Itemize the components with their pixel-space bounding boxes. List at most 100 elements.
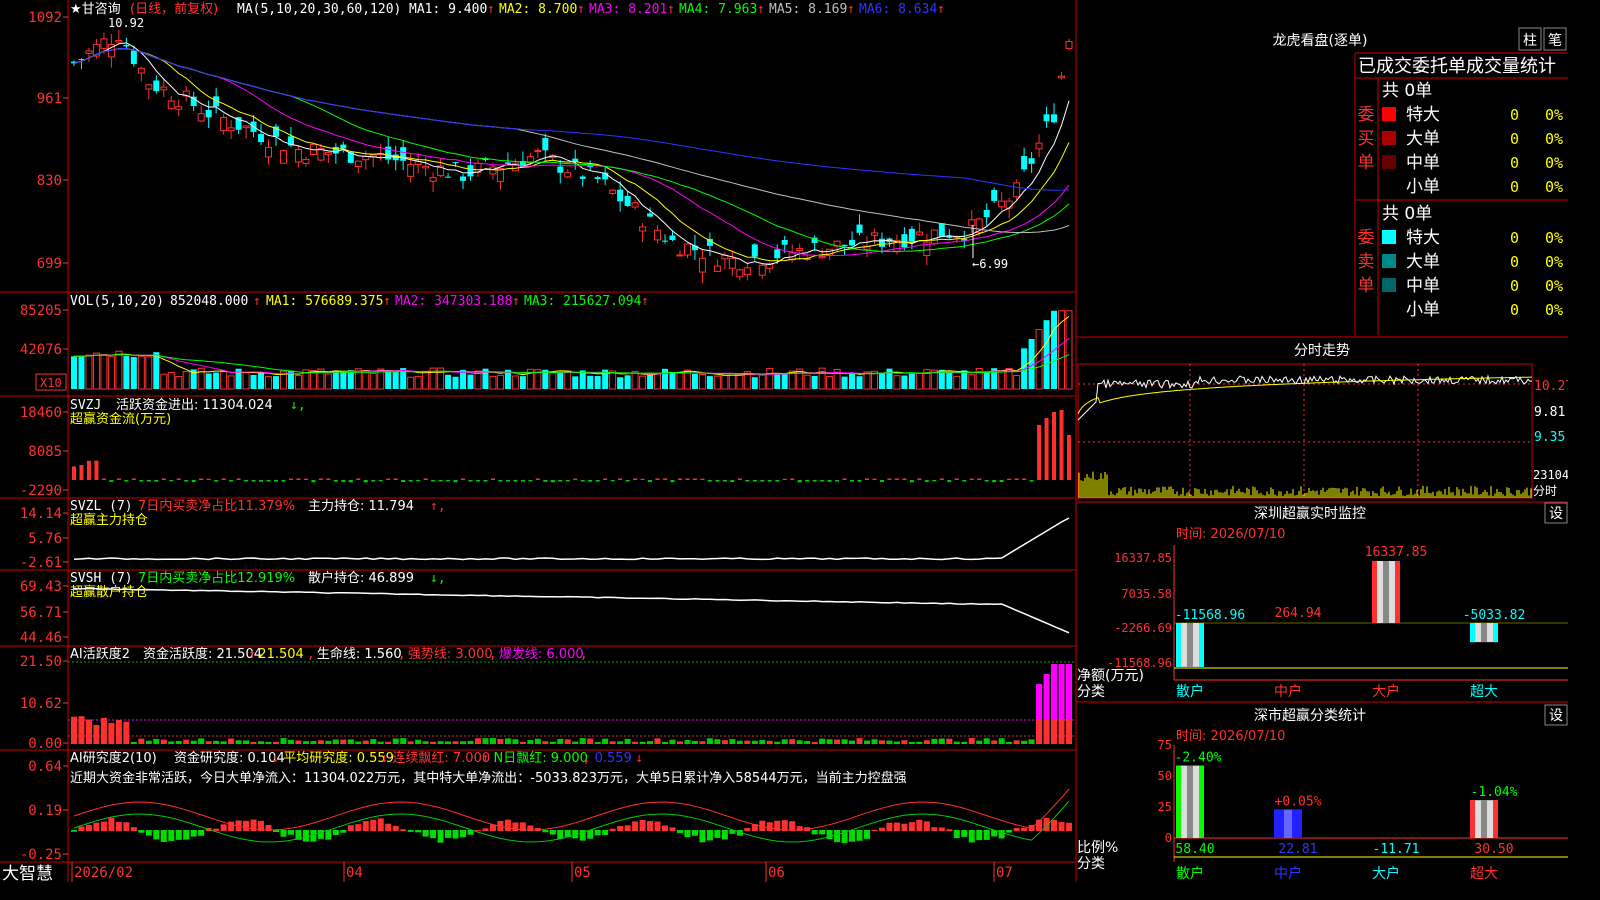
y-tick-label: 69.43 — [20, 579, 62, 595]
research-bar — [1006, 830, 1013, 833]
y-tick-label: 0.19 — [28, 803, 62, 819]
flow-bar — [842, 478, 847, 480]
research-bar — [669, 827, 676, 831]
activity-bar — [766, 740, 773, 744]
volume-bar — [205, 373, 212, 389]
flow-bar — [618, 478, 623, 480]
volume-bar — [347, 370, 354, 389]
research-bar — [377, 818, 384, 831]
flow-bar — [820, 480, 825, 482]
flow-bar — [169, 480, 174, 482]
research-bar — [714, 830, 721, 838]
volume-bar — [983, 371, 990, 389]
volume-bar — [1035, 329, 1043, 390]
buy-swatch — [1382, 155, 1396, 169]
side-label: 买 — [1358, 129, 1375, 149]
activity-bar — [699, 741, 706, 744]
research-bar — [706, 830, 713, 841]
arrow-icon: , — [580, 647, 588, 662]
flow-bar — [303, 478, 308, 480]
research-bar — [302, 830, 309, 842]
arrow-icon: ↑ — [512, 294, 520, 309]
vol-unit: X10 — [40, 376, 62, 390]
flow-bar — [311, 480, 316, 483]
ai2-header: AI研究度2(10) — [70, 750, 157, 766]
svzl-value: 主力持仓: 11.794 — [308, 499, 414, 514]
flow-bar — [917, 478, 922, 480]
stats-value: 22.81 — [1278, 842, 1317, 857]
activity-bar — [220, 741, 227, 744]
y-tick-label: 699 — [37, 256, 62, 272]
ma-value: MA3: 8.201 — [589, 2, 667, 17]
volume-bar — [564, 370, 572, 390]
research-bar — [115, 821, 122, 831]
research-bar — [691, 830, 698, 836]
volume-bar — [175, 376, 183, 390]
flow-bar — [453, 480, 458, 483]
monitor-category: 散户 — [1176, 683, 1204, 700]
candle-body — [429, 177, 437, 182]
research-bar — [153, 830, 160, 840]
volume-bar — [617, 377, 624, 389]
flow-bar — [790, 478, 795, 480]
flow-bar — [378, 480, 383, 482]
activity-bar — [370, 739, 377, 744]
activity-bar — [467, 740, 474, 744]
flow-bar — [535, 478, 540, 480]
y-tick-label: 56.71 — [20, 605, 62, 621]
activity-bar — [1013, 740, 1020, 744]
arrow-icon: ↑ — [757, 2, 765, 17]
activity-bar — [804, 740, 811, 744]
volume-bar — [123, 356, 130, 389]
activity-bar — [789, 739, 796, 744]
panel-title: 龙虎看盘(逐单) — [1273, 32, 1368, 49]
candle-body — [534, 150, 542, 153]
activity-bar — [841, 739, 848, 744]
candle-body — [123, 44, 130, 47]
research-bar — [632, 821, 639, 831]
activity-bar — [1051, 720, 1058, 744]
volume-bar — [242, 371, 250, 390]
activity-bar — [751, 740, 758, 744]
candle-body — [1043, 114, 1050, 122]
candle-body — [279, 149, 287, 164]
volume-bar — [332, 371, 339, 389]
candle-body — [998, 200, 1006, 208]
order-count: 0 — [1510, 253, 1519, 271]
research-bar — [1058, 822, 1065, 831]
research-bar — [452, 830, 459, 839]
volume-bar — [340, 371, 347, 389]
monitor-tick: 7035.58 — [1121, 587, 1172, 601]
candle-body — [983, 209, 990, 218]
arrow-icon: , — [583, 751, 591, 766]
volume-bar — [407, 376, 415, 390]
activity-bar — [265, 741, 272, 744]
y-tick-label: 18460 — [20, 405, 62, 421]
candle-body — [930, 229, 938, 245]
flow-bar — [1029, 480, 1034, 482]
research-bar — [1066, 822, 1072, 831]
activity-bar — [579, 738, 586, 744]
activity-bar — [355, 741, 362, 744]
activity-bar — [983, 738, 990, 744]
flow-bar — [206, 478, 211, 480]
flow-bar — [722, 480, 727, 482]
research-bar — [430, 830, 437, 839]
candle-body — [115, 40, 123, 43]
volume-bar — [908, 372, 915, 389]
research-bar — [160, 830, 167, 843]
flow-bar — [737, 478, 742, 480]
activity-bar — [497, 739, 504, 744]
ai2-comment: 近期大资金非常活跃，今日大单净流入：11304.022万元，其中特大单净流出：-… — [70, 770, 907, 786]
order-count: 0 — [1510, 154, 1519, 172]
monitor-tick: -2266.69 — [1114, 621, 1172, 635]
research-bar — [834, 830, 841, 843]
flow-bar — [318, 478, 323, 480]
activity-bar — [258, 741, 265, 744]
intraday-tick: 10.27 — [1534, 379, 1568, 394]
buy-swatch — [1382, 179, 1396, 193]
activity-bar — [991, 740, 998, 744]
ma-header: MA(5,10,20,30,60,120) — [237, 2, 401, 17]
activity-bar — [272, 741, 279, 744]
arrow-icon: ↓ — [380, 751, 388, 766]
